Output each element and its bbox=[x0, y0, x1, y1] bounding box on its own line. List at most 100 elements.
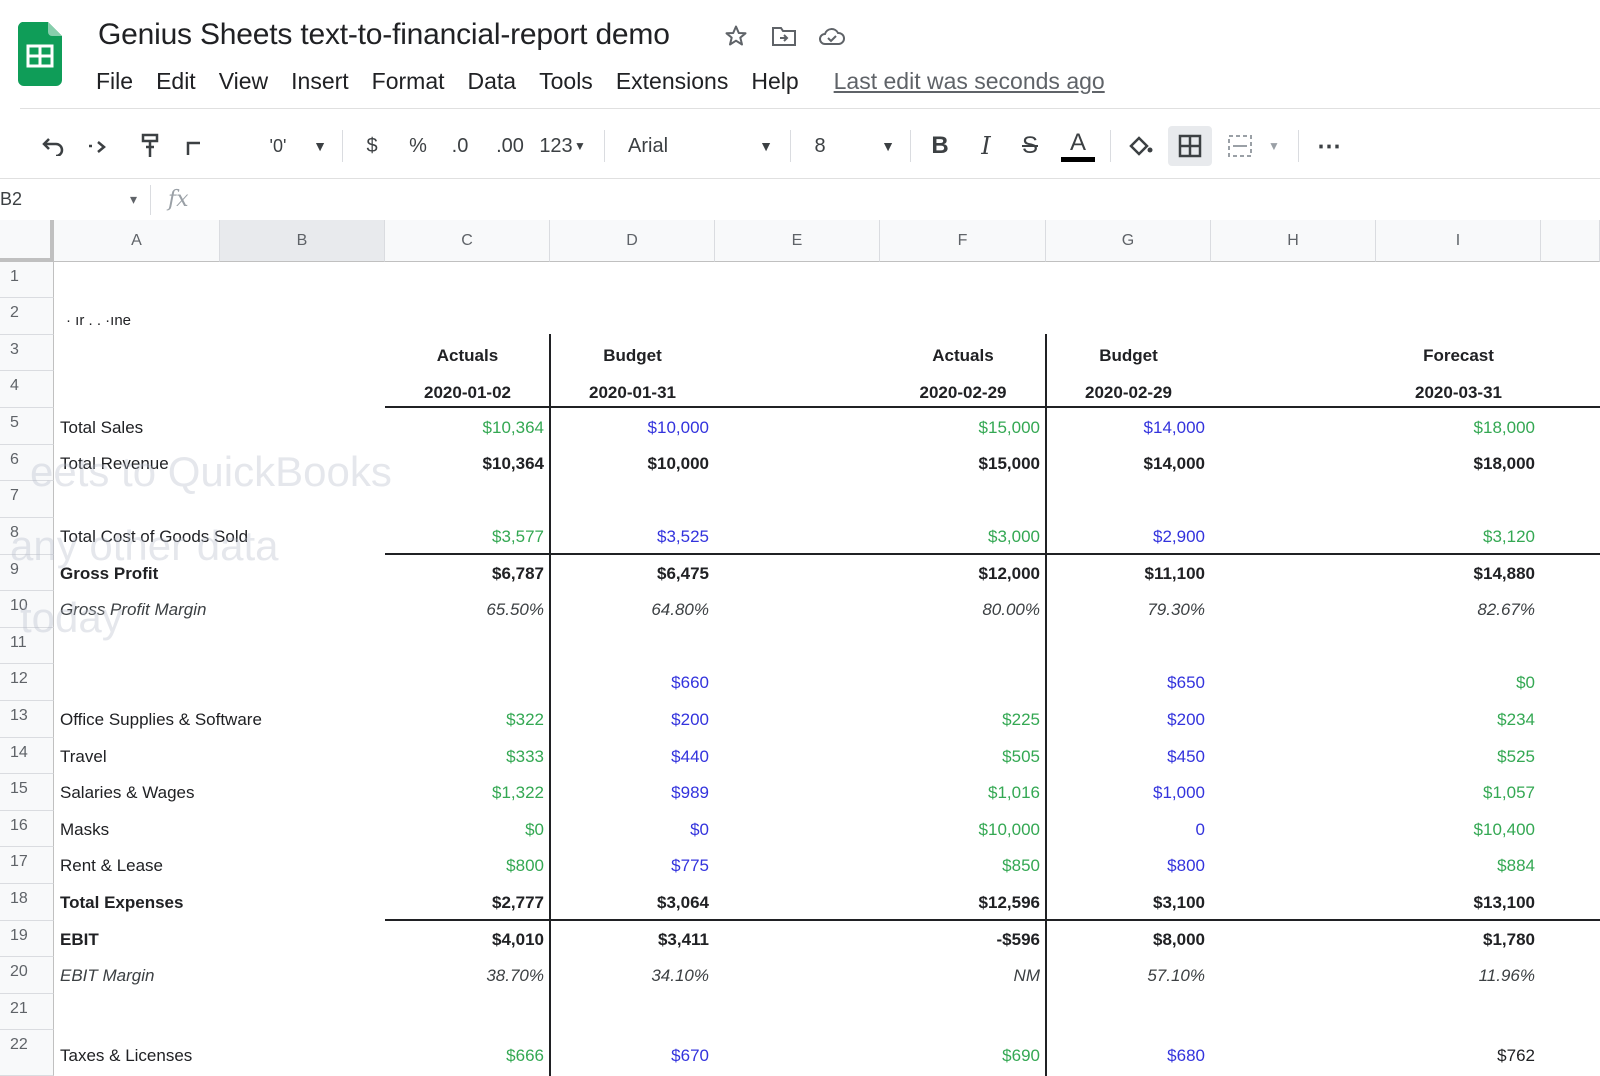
zoom-value[interactable]: '0' bbox=[258, 118, 298, 174]
more-formats-button[interactable]: 123 bbox=[536, 118, 576, 174]
value-cell[interactable]: $1,000 bbox=[1046, 775, 1211, 811]
value-cell[interactable]: $12,000 bbox=[880, 556, 1046, 592]
value-cell[interactable]: $200 bbox=[550, 702, 715, 738]
row-header[interactable]: 22 bbox=[0, 1030, 54, 1076]
move-to-folder-icon[interactable] bbox=[770, 22, 798, 50]
row-label[interactable]: Gross Profit bbox=[54, 556, 384, 592]
value-cell[interactable]: $3,064 bbox=[550, 885, 715, 921]
row-label[interactable]: Office Supplies & Software bbox=[54, 702, 384, 738]
value-cell[interactable]: $0 bbox=[385, 812, 550, 848]
value-cell[interactable]: 65.50% bbox=[385, 592, 550, 628]
value-cell[interactable]: $15,000 bbox=[880, 410, 1046, 446]
name-box[interactable]: B2 bbox=[0, 189, 22, 210]
value-cell[interactable]: 0 bbox=[1046, 812, 1211, 848]
row-label[interactable]: Rent & Lease bbox=[54, 848, 384, 884]
column-header-c[interactable]: C bbox=[385, 220, 550, 262]
spreadsheet-grid[interactable]: A B C D E F G H I 1 2 3 4 5 6 7 8 9 10 1… bbox=[0, 220, 1600, 1076]
sheets-logo-icon[interactable] bbox=[17, 22, 63, 86]
row-label[interactable]: EBIT bbox=[54, 922, 384, 958]
undo-icon[interactable] bbox=[36, 118, 68, 174]
row-header[interactable]: 12 bbox=[0, 664, 54, 701]
value-cell[interactable]: $2,777 bbox=[385, 885, 550, 921]
column-header-f[interactable]: F bbox=[880, 220, 1046, 262]
strikethrough-button[interactable]: S bbox=[1016, 118, 1044, 174]
paint-format-icon[interactable] bbox=[180, 118, 208, 174]
value-cell[interactable]: $13,100 bbox=[1376, 885, 1541, 921]
font-size-dropdown-icon[interactable]: ▼ bbox=[878, 118, 898, 174]
print-icon[interactable] bbox=[136, 118, 164, 174]
value-cell[interactable]: 82.67% bbox=[1376, 592, 1541, 628]
format-currency-button[interactable]: $ bbox=[358, 118, 386, 174]
value-cell[interactable]: 80.00% bbox=[880, 592, 1046, 628]
column-header-j[interactable] bbox=[1541, 220, 1600, 262]
menu-format[interactable]: Format bbox=[372, 68, 445, 95]
menu-insert[interactable]: Insert bbox=[291, 68, 349, 95]
row-header[interactable]: 3 bbox=[0, 335, 54, 371]
value-cell[interactable]: $800 bbox=[385, 848, 550, 884]
value-cell[interactable]: $12,596 bbox=[880, 885, 1046, 921]
value-cell[interactable]: $200 bbox=[1046, 702, 1211, 738]
column-header-g[interactable]: G bbox=[1046, 220, 1211, 262]
font-family-select[interactable]: Arial bbox=[628, 118, 688, 174]
value-cell[interactable]: $440 bbox=[550, 739, 715, 775]
value-cell[interactable]: $0 bbox=[550, 812, 715, 848]
row-label[interactable]: Taxes & Licenses bbox=[54, 1038, 384, 1074]
value-cell[interactable]: $505 bbox=[880, 739, 1046, 775]
menu-extensions[interactable]: Extensions bbox=[616, 68, 729, 95]
menu-help[interactable]: Help bbox=[751, 68, 798, 95]
decrease-decimal-button[interactable]: .0 bbox=[444, 118, 476, 174]
font-size-field[interactable]: 8 bbox=[810, 118, 830, 174]
value-cell[interactable]: $10,000 bbox=[550, 446, 715, 482]
value-cell[interactable]: $10,000 bbox=[880, 812, 1046, 848]
column-header-h[interactable]: H bbox=[1211, 220, 1376, 262]
row-header[interactable]: 18 bbox=[0, 884, 54, 921]
menu-file[interactable]: File bbox=[96, 68, 133, 95]
row-label[interactable]: Total Revenue bbox=[54, 446, 384, 482]
bold-button[interactable]: B bbox=[926, 118, 954, 174]
row-header[interactable]: 17 bbox=[0, 847, 54, 884]
merge-cells-icon[interactable] bbox=[1224, 118, 1256, 174]
value-cell[interactable]: $525 bbox=[1376, 739, 1541, 775]
merge-dropdown-icon[interactable]: ▼ bbox=[1266, 118, 1282, 174]
value-cell[interactable]: $666 bbox=[385, 1038, 550, 1074]
column-header-b[interactable]: B bbox=[220, 220, 385, 262]
row-header[interactable]: 4 bbox=[0, 371, 54, 408]
zoom-dropdown-icon[interactable]: ▼ bbox=[308, 118, 332, 174]
row-header[interactable]: 15 bbox=[0, 774, 54, 811]
value-cell[interactable]: $680 bbox=[1046, 1038, 1211, 1074]
row-label[interactable]: Gross Profit Margin bbox=[54, 592, 384, 628]
value-cell[interactable]: 64.80% bbox=[550, 592, 715, 628]
row-header[interactable]: 11 bbox=[0, 628, 54, 664]
value-cell[interactable]: $6,475 bbox=[550, 556, 715, 592]
row-label[interactable]: Travel bbox=[54, 739, 384, 775]
value-cell[interactable]: $1,016 bbox=[880, 775, 1046, 811]
value-cell[interactable]: $10,400 bbox=[1376, 812, 1541, 848]
row-header[interactable]: 21 bbox=[0, 994, 54, 1030]
row-label[interactable]: Total Sales bbox=[54, 410, 384, 446]
increase-decimal-button[interactable]: .00 bbox=[490, 118, 530, 174]
value-cell[interactable]: $3,000 bbox=[880, 519, 1046, 555]
value-cell[interactable]: $18,000 bbox=[1376, 410, 1541, 446]
menu-tools[interactable]: Tools bbox=[539, 68, 593, 95]
value-cell[interactable]: $14,880 bbox=[1376, 556, 1541, 592]
value-cell[interactable]: $10,364 bbox=[385, 410, 550, 446]
row-header[interactable]: 2 bbox=[0, 298, 54, 335]
value-cell[interactable]: $762 bbox=[1376, 1038, 1541, 1074]
row-label[interactable]: EBIT Margin bbox=[54, 958, 384, 994]
menu-view[interactable]: View bbox=[219, 68, 268, 95]
value-cell[interactable]: $8,000 bbox=[1046, 922, 1211, 958]
value-cell[interactable]: 11.96% bbox=[1376, 958, 1541, 994]
value-cell[interactable]: $2,900 bbox=[1046, 519, 1211, 555]
value-cell[interactable]: $690 bbox=[880, 1038, 1046, 1074]
value-cell[interactable]: $650 bbox=[1046, 665, 1211, 701]
text-color-button[interactable]: A bbox=[1060, 118, 1096, 174]
value-cell[interactable]: $3,577 bbox=[385, 519, 550, 555]
value-cell[interactable]: $322 bbox=[385, 702, 550, 738]
row-label[interactable]: Total Cost of Goods Sold bbox=[54, 519, 384, 555]
column-header-d[interactable]: D bbox=[550, 220, 715, 262]
value-cell[interactable]: $660 bbox=[550, 665, 715, 701]
value-cell[interactable]: $0 bbox=[1376, 665, 1541, 701]
value-cell[interactable]: $3,411 bbox=[550, 922, 715, 958]
value-cell[interactable]: $1,057 bbox=[1376, 775, 1541, 811]
row-header[interactable]: 9 bbox=[0, 555, 54, 591]
